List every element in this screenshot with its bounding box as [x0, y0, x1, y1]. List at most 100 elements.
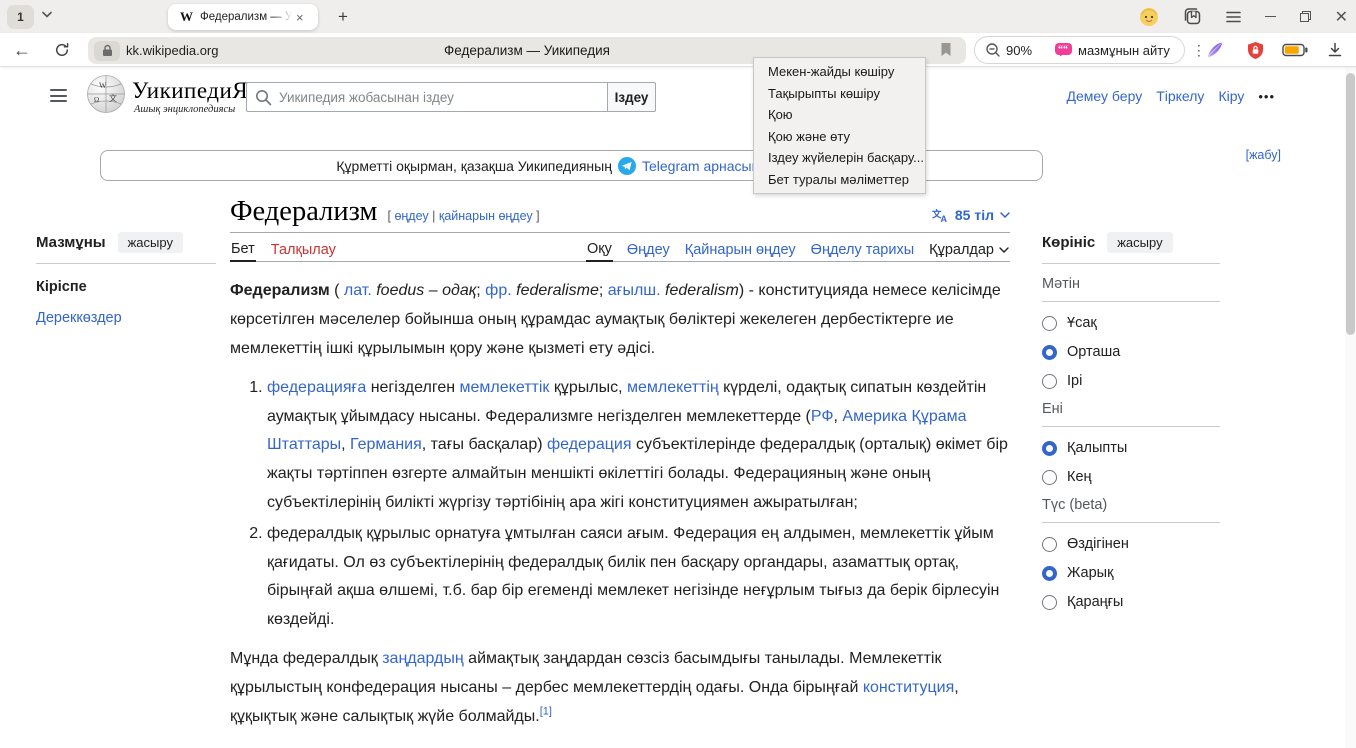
- tab-page[interactable]: Бет: [230, 238, 256, 262]
- language-count-label: 85 тіл: [955, 207, 994, 223]
- wiki-link[interactable]: ағылш.: [608, 282, 661, 299]
- wikipedia-favicon: W: [180, 9, 193, 25]
- search-button[interactable]: Іздеу: [607, 82, 656, 112]
- wiki-link[interactable]: Германия: [350, 436, 422, 453]
- tab-close-icon[interactable]: ×: [296, 11, 304, 24]
- edit-link[interactable]: өңдеу: [394, 209, 428, 223]
- tab-group-chevron-down-icon[interactable]: [42, 11, 52, 18]
- donate-link[interactable]: Демеу беру: [1067, 88, 1143, 104]
- radio-text-small[interactable]: Ұсақ: [1042, 315, 1220, 331]
- intro-paragraph: Федерализм ( лат. foedus – одақ; фр. fed…: [230, 277, 1010, 363]
- read-aloud-icon[interactable]: “ “: [1054, 42, 1073, 58]
- svg-text:W: W: [99, 81, 107, 90]
- protect-shield-icon[interactable]: [1240, 33, 1270, 67]
- radio-text-standard[interactable]: Орташа: [1042, 344, 1220, 360]
- list-item: федералдық құрылыс орнатуға ұмтылған сая…: [267, 520, 1010, 635]
- tab-talk[interactable]: Талқылау: [270, 239, 337, 261]
- login-link[interactable]: Кіру: [1218, 88, 1244, 104]
- toc-hide-button[interactable]: жасыру: [118, 232, 183, 253]
- wikipedia-page: W 文 Ω УикипедиЯ Ашық энциклопедиясы: [0, 67, 1345, 748]
- downloads-icon[interactable]: [1320, 33, 1350, 67]
- page-scrollbar[interactable]: [1345, 67, 1356, 748]
- address-bar: ← kk.wikipedia.org Федерализм — Уикипеди…: [0, 33, 1356, 67]
- bracket: [: [387, 209, 390, 223]
- radio-width-wide[interactable]: Кең: [1042, 469, 1220, 485]
- zoom-out-icon[interactable]: [985, 42, 1001, 58]
- wiki-link[interactable]: мемлекеттік: [460, 379, 550, 396]
- search-input[interactable]: [279, 83, 603, 111]
- read-aloud-label[interactable]: мазмұнын айту: [1078, 43, 1170, 58]
- browser-window: 1 W Федерализм — Уикипе × +: [0, 0, 1356, 748]
- reload-button[interactable]: [48, 33, 76, 67]
- tab-read[interactable]: Оқу: [586, 238, 613, 262]
- wiki-link[interactable]: РФ: [811, 408, 834, 425]
- radio-icon[interactable]: [1042, 595, 1057, 610]
- tab-edit[interactable]: Өңдеу: [626, 239, 671, 261]
- appearance-hide-button[interactable]: жасыру: [1107, 232, 1172, 253]
- tab-history[interactable]: Өңделу тарихы: [810, 239, 915, 261]
- radio-checked-icon[interactable]: [1042, 345, 1057, 360]
- edit-source-link[interactable]: қайнарын өңдеу: [439, 209, 533, 223]
- language-selector-button[interactable]: 文 A 85 тіл: [932, 207, 1010, 227]
- wikipedia-logo[interactable]: W 文 Ω: [86, 74, 126, 114]
- wiki-wordmark[interactable]: УикипедиЯ: [132, 78, 248, 104]
- bracket: ]: [536, 209, 539, 223]
- browser-tab-active[interactable]: W Федерализм — Уикипе ×: [168, 4, 318, 30]
- new-tab-button[interactable]: +: [331, 5, 355, 29]
- radio-color-automatic[interactable]: Өздігінен: [1042, 536, 1220, 552]
- menu-item-page-info[interactable]: Бет туралы мәліметтер: [754, 169, 925, 191]
- window-close-button[interactable]: ✕: [1335, 7, 1348, 27]
- toc-item-intro[interactable]: Кіріспе: [36, 279, 216, 295]
- radio-color-dark[interactable]: Қараңғы: [1042, 594, 1220, 610]
- wiki-link[interactable]: мемлекеттің: [627, 379, 719, 396]
- window-minimize-button[interactable]: [1265, 16, 1276, 18]
- menu-item-copy-title[interactable]: Тақырыпты көшіру: [754, 83, 925, 105]
- wiki-link[interactable]: фр.: [485, 282, 512, 299]
- register-link[interactable]: Тіркелу: [1156, 88, 1204, 104]
- text-size-label: Мәтін: [1042, 264, 1220, 302]
- radio-icon[interactable]: [1042, 374, 1057, 389]
- table-of-contents: Мазмұны жасыру Кіріспе Дереккөздер: [36, 232, 216, 326]
- radio-icon[interactable]: [1042, 316, 1057, 331]
- menu-item-copy-address[interactable]: Мекен-жайды көшіру: [754, 61, 925, 83]
- banner-close-link[interactable]: [жабу]: [1246, 148, 1281, 162]
- menu-item-manage-search-engines[interactable]: Іздеу жүйелерін басқару...: [754, 147, 925, 169]
- zoom-level-value[interactable]: 90%: [1006, 43, 1032, 58]
- radio-checked-icon[interactable]: [1042, 566, 1057, 581]
- tab-bar: 1 W Федерализм — Уикипе × +: [0, 0, 1356, 33]
- user-menu-more-icon[interactable]: •••: [1258, 89, 1275, 104]
- tab-edit-source[interactable]: Қайнарын өңдеу: [684, 239, 797, 261]
- browser-menu-icon[interactable]: [1226, 11, 1241, 23]
- wiki-link[interactable]: заңдардың: [382, 650, 464, 667]
- radio-icon[interactable]: [1042, 537, 1057, 552]
- tab-tools[interactable]: Құралдар: [928, 239, 1010, 261]
- article-layout: Мазмұны жасыру Кіріспе Дереккөздер Федер…: [0, 196, 1345, 748]
- window-restore-button[interactable]: [1300, 11, 1311, 22]
- radio-color-light[interactable]: Жарық: [1042, 565, 1220, 581]
- toc-item-references[interactable]: Дереккөздер: [36, 310, 216, 326]
- tab-count-label: 1: [17, 10, 24, 24]
- back-button[interactable]: ←: [8, 33, 36, 67]
- yandex-feather-icon[interactable]: [1200, 33, 1230, 67]
- wiki-link[interactable]: федерация: [547, 436, 632, 453]
- telegram-channel-link[interactable]: Telegram арнасына: [642, 158, 767, 174]
- wiki-link[interactable]: конституция: [863, 679, 954, 696]
- wiki-menu-icon[interactable]: [50, 89, 67, 102]
- menu-item-paste-and-go[interactable]: Қою және өту: [754, 126, 925, 148]
- menu-item-paste[interactable]: Қою: [754, 104, 925, 126]
- radio-text-large[interactable]: Ірі: [1042, 373, 1220, 389]
- radio-width-standard[interactable]: Қалыпты: [1042, 440, 1220, 456]
- side-panel-icon[interactable]: [1183, 7, 1202, 26]
- radio-icon[interactable]: [1042, 470, 1057, 485]
- radio-checked-icon[interactable]: [1042, 441, 1057, 456]
- scrollbar-thumb[interactable]: [1346, 73, 1355, 335]
- bookmark-icon[interactable]: [940, 42, 952, 57]
- tab-group-counter[interactable]: 1: [7, 5, 34, 29]
- profile-avatar[interactable]: [1139, 7, 1159, 27]
- citation-link[interactable]: [1]: [540, 705, 552, 717]
- page-tabs: Бет Талқылау Оқу Өңдеу Қайнарын өңдеу Өң…: [230, 235, 1010, 262]
- wiki-link[interactable]: лат.: [344, 282, 372, 299]
- article-body: Федерализм ( лат. foedus – одақ; фр. fed…: [230, 277, 1010, 748]
- wiki-link[interactable]: федерацияға: [267, 379, 366, 396]
- battery-icon[interactable]: [1280, 33, 1310, 67]
